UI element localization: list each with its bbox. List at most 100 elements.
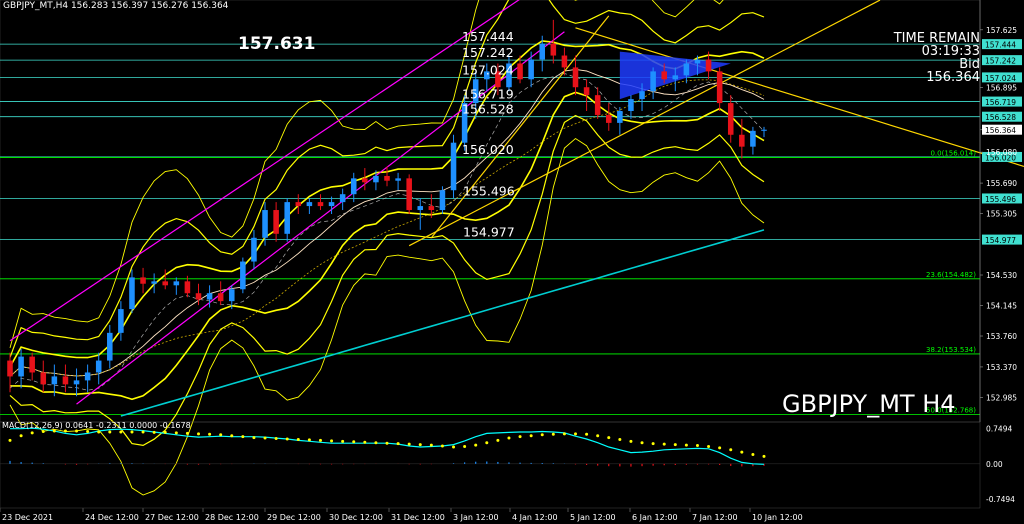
time-label: 5 Jan 12:00 <box>570 513 616 522</box>
candle-body <box>517 63 523 80</box>
candle-body <box>428 206 435 211</box>
macd-signal-dot <box>274 437 278 441</box>
level-tag-label: 156.528 <box>985 113 1016 122</box>
macd-signal-dot <box>640 441 644 445</box>
macd-signal-dot <box>740 450 744 454</box>
candle-body <box>672 75 679 80</box>
candle-body <box>273 210 279 234</box>
candle-body <box>716 71 723 104</box>
candle-body <box>583 87 590 96</box>
axis-tick-label: 157.625 <box>986 26 1017 35</box>
macd-signal-dot <box>751 452 755 456</box>
candle-body <box>228 289 235 302</box>
macd-signal-dot <box>363 440 367 444</box>
macd-frame <box>0 421 981 509</box>
candle-body <box>761 129 767 131</box>
candle-body <box>162 281 169 286</box>
current-price-label: 156.364 <box>985 126 1016 135</box>
time-label: 10 Jan 12:00 <box>752 513 803 522</box>
level-label: 156.528 <box>462 102 514 117</box>
candle-body <box>617 111 623 123</box>
fib-label: 0.0(156.014) <box>930 149 976 157</box>
level-tag-label: 154.977 <box>985 236 1016 245</box>
candle-body <box>339 194 346 203</box>
level-tag-label: 157.024 <box>985 74 1016 83</box>
macd-signal-dot <box>230 434 234 438</box>
band-line <box>10 91 765 401</box>
fib-label: 38.2(153.534) <box>926 346 976 354</box>
macd-signal-dot <box>540 433 544 437</box>
macd-signal-dot <box>130 430 134 434</box>
candle-body <box>73 380 80 385</box>
macd-signal-dot <box>141 430 145 434</box>
symbol-timeframe: GBPJPY_MT,H4 <box>3 1 69 11</box>
macd-signal-dot <box>762 454 766 458</box>
candle-body <box>328 202 335 207</box>
candle-body <box>29 356 35 373</box>
big-price-label: 157.631 <box>238 34 316 54</box>
macd-signal-dot <box>241 435 245 439</box>
macd-signal-dot <box>440 444 444 448</box>
candle-body <box>450 142 457 191</box>
candle-body <box>306 202 313 207</box>
candle-body <box>705 59 712 72</box>
macd-axis-label: -0.7494 <box>986 495 1015 504</box>
level-tag-label: 156.719 <box>985 98 1016 107</box>
macd-signal-dot <box>119 430 123 434</box>
level-label: 157.444 <box>462 29 514 44</box>
time-remain-panel: TIME REMAIN 03:19:33 Bid 156.364 <box>894 32 980 84</box>
macd-signal-dot <box>97 430 101 434</box>
time-label: 7 Jan 12:00 <box>692 513 738 522</box>
time-label: 4 Jan 12:00 <box>512 513 558 522</box>
macd-signal-dot <box>41 429 45 433</box>
candle-body <box>140 277 146 284</box>
ohlc-values: 156.283 156.397 156.276 156.364 <box>70 1 229 11</box>
level-label: 155.496 <box>463 183 515 198</box>
candle-body <box>750 130 756 147</box>
candle-body <box>95 360 102 373</box>
candle-body <box>395 178 401 181</box>
axis-tick-label: 156.895 <box>986 84 1017 93</box>
time-label: 31 Dec 12:00 <box>391 513 445 522</box>
macd-signal-dot <box>684 443 688 447</box>
macd-signal-dot <box>429 443 433 447</box>
axis-tick-label: 154.530 <box>986 271 1017 280</box>
price-chart[interactable]: 157.444157.242157.024156.719156.528156.0… <box>0 0 1024 524</box>
candle-body <box>384 175 390 181</box>
level-tag-label: 157.242 <box>985 57 1016 66</box>
trendline-steep <box>430 15 610 239</box>
candle-body <box>173 281 180 286</box>
candle-body <box>694 59 701 64</box>
symbol-header: GBPJPY_MT,H4 156.283 156.397 156.276 156… <box>3 1 228 11</box>
macd-axis-label: 0.7494 <box>986 425 1012 434</box>
macd-signal-dot <box>252 436 256 440</box>
axis-tick-label: 153.370 <box>986 363 1017 372</box>
time-label: 23 Dec 2021 <box>2 513 53 522</box>
level-label: 157.242 <box>462 45 514 60</box>
candle-body <box>572 67 579 88</box>
candle-body <box>628 99 634 111</box>
axis-tick-label: 155.690 <box>986 179 1017 188</box>
level-label: 157.024 <box>462 62 514 77</box>
axis-tick-label: 156.080 <box>986 148 1017 157</box>
macd-signal-dot <box>662 442 666 446</box>
price-axis: 157.444 157.242 157.024 156.719 156.528 156.0… <box>979 0 1022 422</box>
time-label: 24 Dec 12:00 <box>85 513 139 522</box>
candle-body <box>107 332 113 361</box>
candle-body <box>18 356 24 377</box>
level-label: 156.719 <box>462 87 514 102</box>
macd-signal-dot <box>197 432 200 436</box>
candle-body <box>350 178 357 195</box>
macd-signal-dot <box>707 444 711 448</box>
macd-signal-dot <box>574 432 577 436</box>
candle-body <box>317 202 324 207</box>
candle-body <box>251 237 257 262</box>
macd-signal-dot <box>374 441 378 445</box>
candle-body <box>129 277 135 310</box>
level-tag-label: 155.496 <box>985 195 1016 204</box>
macd-signal-dot <box>86 429 90 433</box>
macd-signal-dot <box>296 437 300 441</box>
macd-signal-dot <box>718 446 722 450</box>
candle-body <box>639 91 645 100</box>
symbol-watermark: GBPJPY_MT H4 <box>782 390 956 418</box>
